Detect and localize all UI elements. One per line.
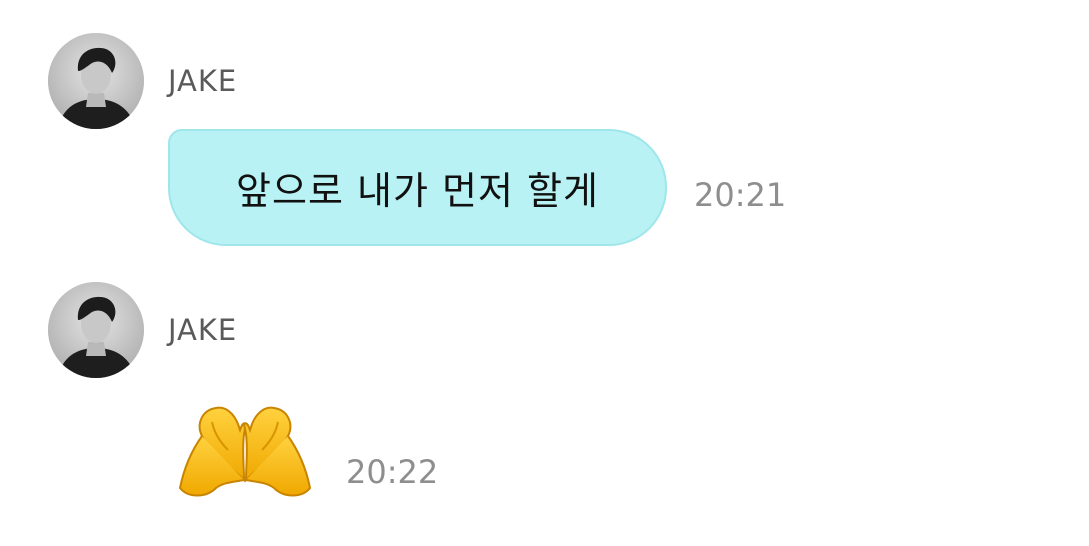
message-text: 앞으로 내가 먼저 할게 (236, 169, 599, 213)
sender-avatar[interactable] (48, 33, 144, 129)
sender-name: JAKE (168, 64, 238, 98)
profile-photo (48, 282, 144, 378)
sender-avatar[interactable] (48, 282, 144, 378)
heart-hands-icon (178, 406, 312, 497)
profile-photo (48, 33, 144, 129)
sender-name: JAKE (168, 313, 238, 347)
message-timestamp: 20:22 (346, 453, 439, 491)
message-timestamp: 20:21 (694, 176, 787, 214)
heart-hands-emoji-message[interactable] (172, 402, 318, 502)
message-bubble[interactable]: 앞으로 내가 먼저 할게 (168, 129, 667, 246)
